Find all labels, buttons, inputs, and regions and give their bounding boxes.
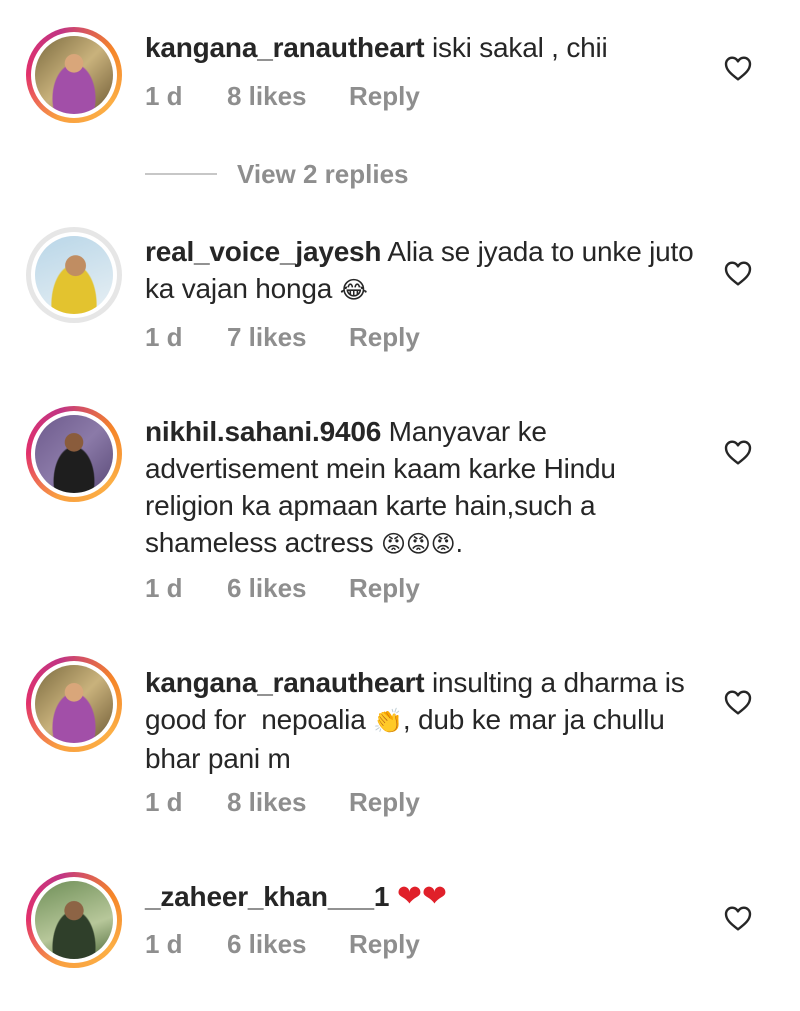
- likes-count[interactable]: 8 likes: [227, 81, 349, 112]
- username-link[interactable]: kangana_ranautheart: [145, 667, 425, 698]
- reply-button[interactable]: Reply: [349, 81, 420, 112]
- divider-line: [145, 173, 217, 175]
- avatar[interactable]: [26, 656, 122, 752]
- view-replies-label: View 2 replies: [237, 158, 409, 189]
- clapping-emoji: 👏: [373, 707, 403, 735]
- comment-meta: 1 d 8 likes Reply: [145, 787, 420, 818]
- comment-meta: 1 d 8 likes Reply: [145, 81, 420, 112]
- username-link[interactable]: nikhil.sahani.9406: [145, 416, 381, 447]
- timestamp: 1 d: [145, 573, 183, 603]
- likes-count[interactable]: 6 likes: [227, 573, 349, 604]
- comment-text: kangana_ranautheart iski sakal , chii: [145, 29, 705, 66]
- heart-outline-icon[interactable]: [722, 257, 754, 289]
- username-link[interactable]: kangana_ranautheart: [145, 32, 425, 63]
- reply-button[interactable]: Reply: [349, 929, 420, 960]
- timestamp: 1 d: [145, 787, 183, 817]
- username-link[interactable]: _zaheer_khan___1: [145, 881, 390, 912]
- angry-emoji-group: 😡😡😡.: [381, 530, 463, 558]
- heart-outline-icon[interactable]: [722, 436, 754, 468]
- reply-button[interactable]: Reply: [349, 322, 420, 353]
- heart-outline-icon[interactable]: [722, 686, 754, 718]
- comment-meta: 1 d 6 likes Reply: [145, 929, 420, 960]
- reply-button[interactable]: Reply: [349, 787, 420, 818]
- username-link[interactable]: real_voice_jayesh: [145, 236, 382, 267]
- comment-body: iski sakal , chii: [424, 32, 608, 63]
- comment-text: real_voice_jayesh Alia se jyada to unke …: [145, 233, 705, 309]
- comment-meta: 1 d 6 likes Reply: [145, 573, 420, 604]
- comment-text: _zaheer_khan___1 ❤❤: [145, 878, 705, 915]
- likes-count[interactable]: 8 likes: [227, 787, 349, 818]
- timestamp: 1 d: [145, 81, 183, 111]
- laughing-emoji: 😂: [339, 276, 368, 304]
- comment-body: [389, 881, 397, 912]
- comment-text: kangana_ranautheart insulting a dharma i…: [145, 664, 705, 777]
- likes-count[interactable]: 7 likes: [227, 322, 349, 353]
- avatar[interactable]: [26, 872, 122, 968]
- avatar[interactable]: [26, 27, 122, 123]
- timestamp: 1 d: [145, 322, 183, 352]
- avatar[interactable]: [26, 227, 122, 323]
- comment-text: nikhil.sahani.9406 Manyavar ke advertise…: [145, 413, 705, 563]
- reply-button[interactable]: Reply: [349, 573, 420, 604]
- view-replies-button[interactable]: View 2 replies: [145, 157, 409, 191]
- avatar[interactable]: [26, 406, 122, 502]
- heart-outline-icon[interactable]: [722, 902, 754, 934]
- likes-count[interactable]: 6 likes: [227, 929, 349, 960]
- comment-meta: 1 d 7 likes Reply: [145, 322, 420, 353]
- red-heart-emoji-group: ❤❤: [396, 879, 447, 914]
- heart-outline-icon[interactable]: [722, 52, 754, 84]
- timestamp: 1 d: [145, 929, 183, 959]
